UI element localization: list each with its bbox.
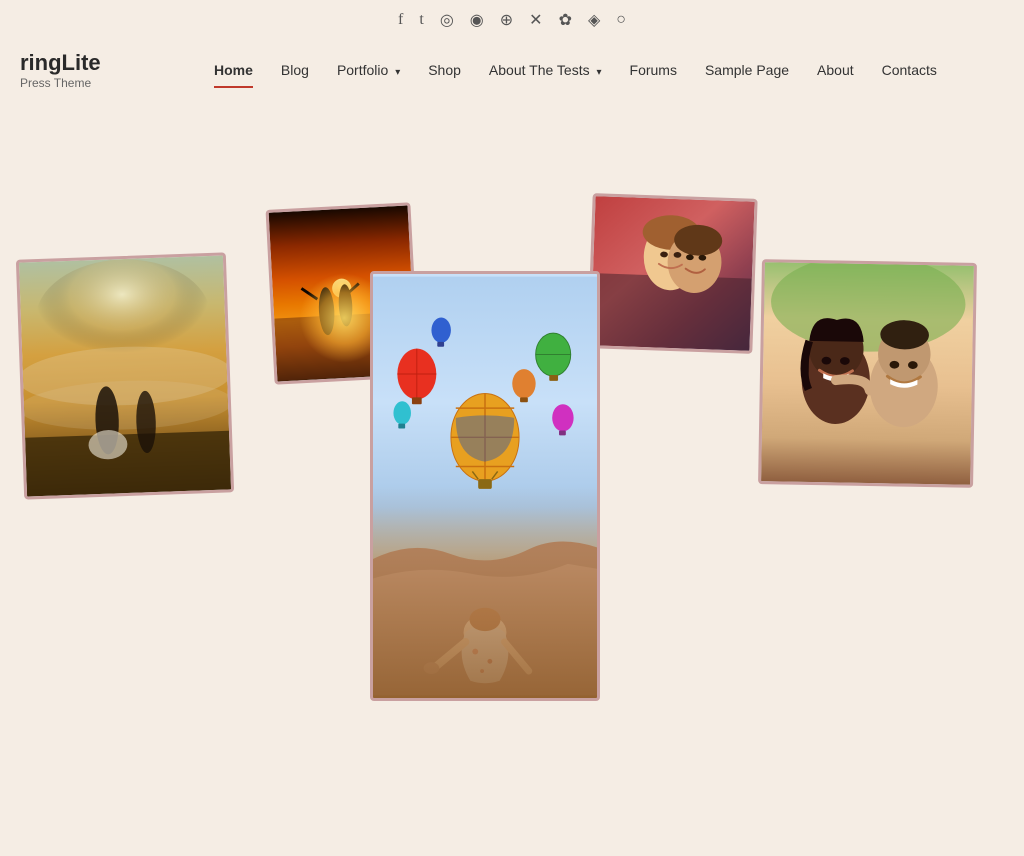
reddit-icon[interactable]: ⊕ <box>500 10 513 30</box>
photo-fill-wedding <box>19 256 231 497</box>
nav-about[interactable]: About <box>803 56 868 84</box>
nav-forums[interactable]: Forums <box>616 56 691 84</box>
nav-sample-page[interactable]: Sample Page <box>691 56 803 84</box>
main-nav: Home Blog Portfolio ▾ Shop About The Tes… <box>160 56 1004 84</box>
site-subtitle: Press Theme <box>20 76 160 90</box>
facebook-icon[interactable]: f <box>398 11 403 29</box>
nav-blog[interactable]: Blog <box>267 56 323 84</box>
twitter-icon[interactable]: t <box>419 11 423 29</box>
photo-fill-hug <box>590 196 754 350</box>
photo-card-balloons[interactable] <box>370 271 600 701</box>
puzzle-icon[interactable]: ✿ <box>559 10 572 30</box>
header: ringLite Press Theme Home Blog Portfolio… <box>0 40 1024 106</box>
nav-portfolio[interactable]: Portfolio ▾ <box>323 56 414 84</box>
photo-card-hug[interactable] <box>587 193 757 354</box>
person-icon[interactable]: ○ <box>616 11 626 29</box>
photo-card-couple[interactable] <box>758 259 977 488</box>
about-tests-chevron: ▾ <box>596 67 601 78</box>
social-bar: f t ◎ ◉ ⊕ ✕ ✿ ◈ ○ <box>0 0 1024 40</box>
nav-contacts[interactable]: Contacts <box>868 56 951 84</box>
nav-home[interactable]: Home <box>200 56 267 84</box>
wechat-icon[interactable]: ◈ <box>588 10 600 30</box>
site-title[interactable]: ringLite <box>20 50 160 76</box>
nav-shop[interactable]: Shop <box>414 56 475 84</box>
rss-icon[interactable]: ◉ <box>470 10 484 30</box>
xing-icon[interactable]: ✕ <box>529 10 542 30</box>
nav-about-tests[interactable]: About The Tests ▾ <box>475 56 616 84</box>
photo-collage <box>0 116 1024 816</box>
photo-card-wedding[interactable] <box>16 252 234 499</box>
photo-fill-couple <box>761 262 974 485</box>
photo-fill-balloons <box>373 274 597 698</box>
logo-area: ringLite Press Theme <box>20 50 160 90</box>
portfolio-chevron: ▾ <box>395 67 400 78</box>
instagram-icon[interactable]: ◎ <box>440 10 454 30</box>
